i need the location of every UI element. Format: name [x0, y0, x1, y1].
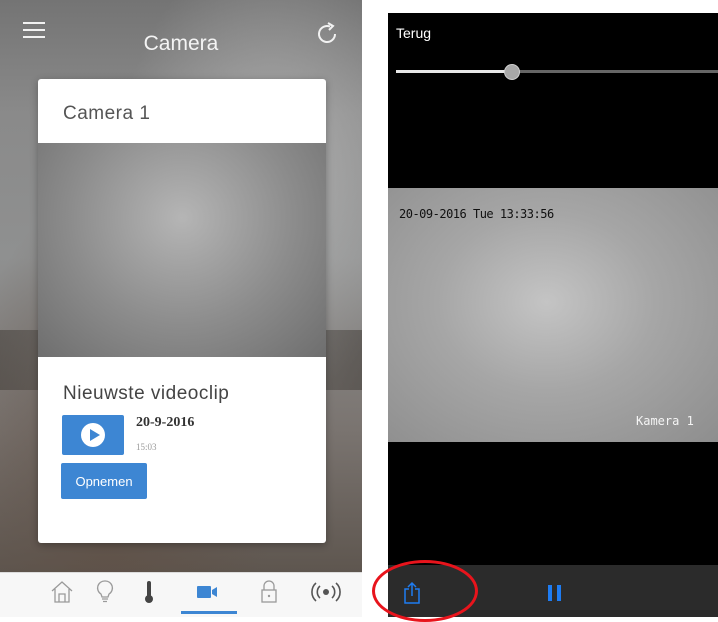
tab-locks[interactable]	[247, 573, 291, 613]
camera-card: Camera 1 Nieuwste videoclip 20-9-2016 15…	[38, 79, 326, 543]
video-camera-icon	[197, 586, 217, 598]
tab-camera[interactable]	[184, 573, 228, 613]
page-title: Camera	[143, 32, 219, 55]
play-clip-button[interactable]	[62, 415, 124, 455]
video-player[interactable]: 20-09-2016 Tue 13:33:56 Kamera 1	[388, 188, 718, 442]
tab-home[interactable]	[40, 573, 84, 613]
clip-date: 20-9-2016	[136, 415, 195, 430]
camera-app-screen: Camera Camera 1 Nieuwste videoclip 20-9-…	[0, 0, 362, 617]
tab-alarm[interactable]	[301, 573, 345, 613]
refresh-icon[interactable]	[314, 21, 340, 47]
tab-climate[interactable]	[127, 573, 171, 613]
play-icon	[81, 423, 105, 447]
playback-screen: Terug 20-09-2016 Tue 13:33:56 Kamera 1	[388, 13, 718, 617]
tab-lights[interactable]	[83, 573, 127, 613]
video-camera-label: Kamera 1	[636, 414, 694, 428]
broadcast-icon	[311, 582, 341, 602]
pause-button[interactable]	[548, 585, 562, 601]
tab-bar	[0, 572, 362, 617]
video-timestamp: 20-09-2016 Tue 13:33:56	[399, 207, 554, 221]
latest-clip-heading: Nieuwste videoclip	[63, 383, 230, 404]
home-icon	[51, 581, 73, 603]
lock-icon	[261, 580, 277, 603]
thermometer-icon	[145, 581, 153, 603]
playback-slider-thumb[interactable]	[503, 64, 520, 80]
active-tab-indicator	[181, 611, 237, 614]
playback-slider-fill	[396, 70, 512, 73]
highlight-circle	[372, 560, 478, 622]
camera-name: Camera 1	[63, 103, 151, 124]
clip-time: 15:03	[136, 442, 157, 452]
camera-preview[interactable]	[38, 143, 326, 357]
record-button[interactable]: Opnemen	[61, 463, 147, 499]
back-button[interactable]: Terug	[396, 25, 431, 41]
lightbulb-icon	[97, 580, 113, 603]
playback-slider[interactable]	[396, 70, 718, 73]
